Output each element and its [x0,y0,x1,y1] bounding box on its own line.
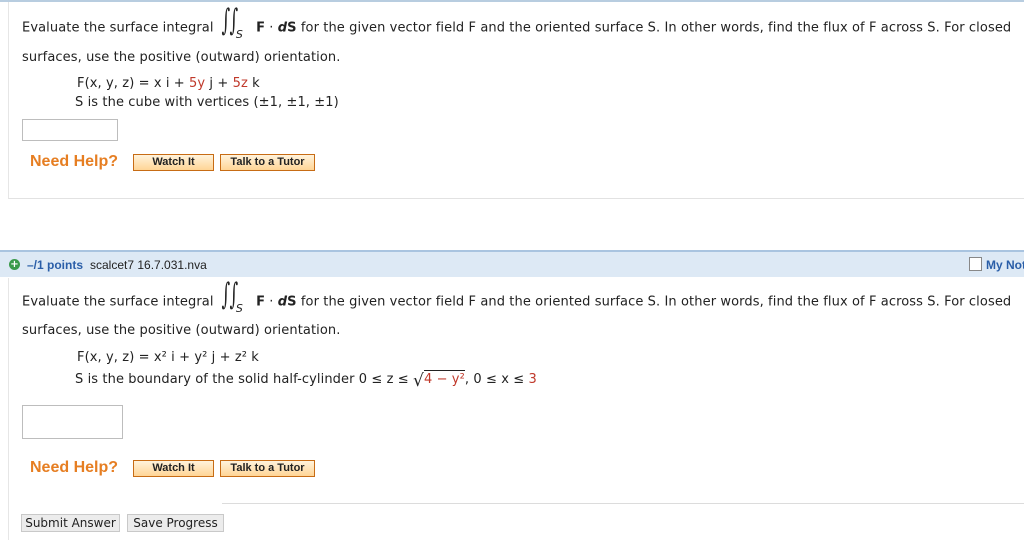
save-progress-button[interactable]: Save Progress [127,514,224,532]
statement-post: for the given vector field F and the ori… [300,294,1012,310]
statement-post: for the given vector field F and the ori… [300,20,1012,36]
question-1-panel: Evaluate the surface integral ∫ ∫ S F · dS… [8,2,1024,199]
question-1-line2: surfaces, use the positive (outward) ori… [22,50,341,65]
talk-to-tutor-button[interactable]: Talk to a Tutor [220,154,315,171]
need-help-label: Need Help? [30,459,119,476]
question-2-surface: S is the boundary of the solid half-cyli… [75,370,537,391]
watch-it-button[interactable]: Watch It [133,154,214,171]
double-integral-symbol: ∫ ∫ S [221,3,243,42]
need-help-label: Need Help? [30,153,119,170]
watch-it-button[interactable]: Watch It [133,460,214,477]
question-2-line2: surfaces, use the positive (outward) ori… [22,323,341,338]
notes-checkbox-icon [969,257,982,271]
question-1-field: F(x, y, z) = x i + 5y j + 5z k [77,76,260,91]
question-1-surface: S is the cube with vertices (±1, ±1, ±1) [75,95,339,110]
double-integral-symbol: ∫ ∫ S [221,277,243,316]
question-2-panel: Evaluate the surface integral ∫ ∫ S F · dS… [8,278,1024,540]
statement-pre: Evaluate the surface integral [22,294,214,310]
question-2-statement: Evaluate the surface integral ∫ ∫ S F · dS… [22,277,1012,316]
question-2-field: F(x, y, z) = x² i + y² j + z² k [77,350,259,365]
expand-plus-icon[interactable]: + [9,259,20,270]
statement-pre: Evaluate the surface integral [22,20,214,36]
answer-input-2[interactable] [22,405,123,439]
square-root-icon: √4 − y² [413,370,465,391]
my-notes-link[interactable]: My Notes [969,257,1024,272]
points-label: –/1 points [27,258,84,272]
talk-to-tutor-button[interactable]: Talk to a Tutor [220,460,315,477]
question-1-statement: Evaluate the surface integral ∫ ∫ S F · dS… [22,3,1012,42]
divider [222,503,1024,504]
problem-source: scalcet7 16.7.031.nva [90,258,207,272]
submit-answer-button[interactable]: Submit Answer [21,514,120,532]
question-2-header: + –/1 points scalcet7 16.7.031.nva My No… [0,250,1024,277]
answer-input-1[interactable] [22,119,118,141]
